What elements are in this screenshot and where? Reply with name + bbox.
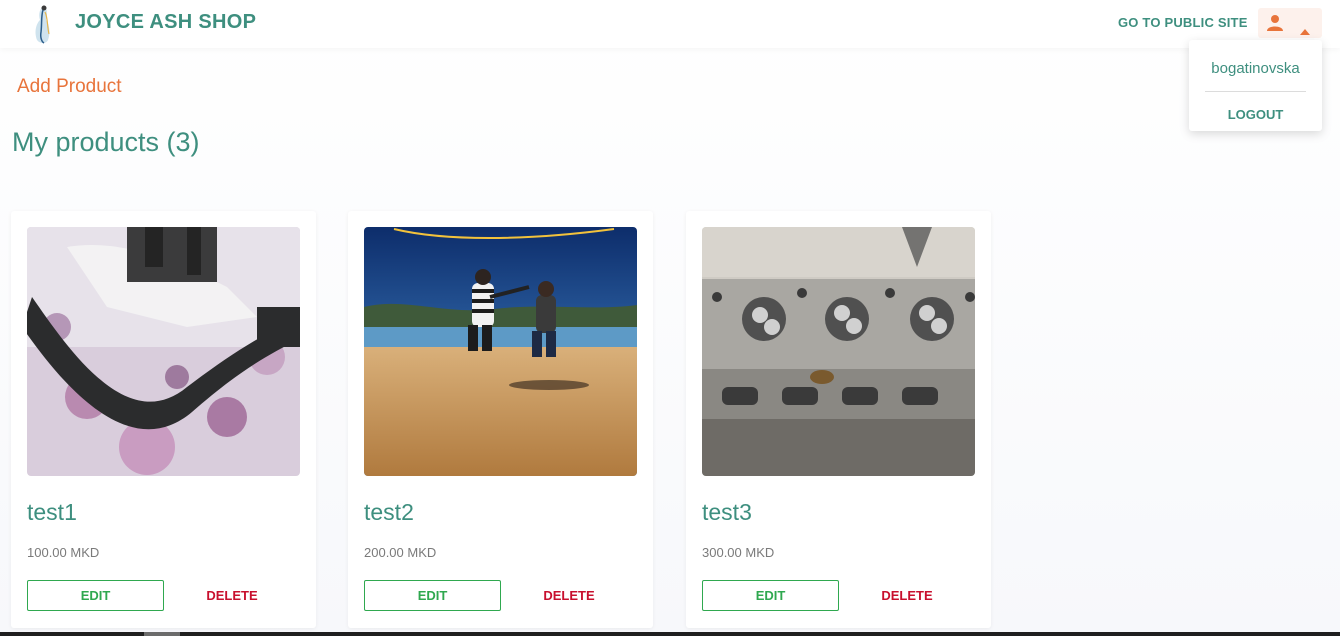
delete-button[interactable]: DELETE [181,580,283,611]
product-card: test2 200.00 MKD EDIT DELETE [348,211,653,628]
product-image [364,227,637,476]
user-menu-button[interactable] [1258,8,1322,38]
brand-name[interactable]: JOYCE ASH SHOP [75,11,256,34]
product-image [27,227,300,476]
product-name[interactable]: test1 [27,499,77,526]
delete-button[interactable]: DELETE [856,580,958,611]
logout-button[interactable]: LOGOUT [1189,107,1322,122]
username-label: bogatinovska [1211,60,1300,77]
user-dropdown-menu: bogatinovska LOGOUT [1189,40,1322,131]
edit-button[interactable]: EDIT [364,580,501,611]
menu-divider [1205,91,1306,92]
add-product-link[interactable]: Add Product [17,76,122,98]
product-card: test1 100.00 MKD EDIT DELETE [11,211,316,628]
product-name[interactable]: test2 [364,499,414,526]
person-icon [1266,14,1284,32]
edit-button[interactable]: EDIT [702,580,839,611]
horizontal-scrollbar[interactable] [0,632,1340,636]
delete-button[interactable]: DELETE [518,580,620,611]
product-image [702,227,975,476]
edit-button[interactable]: EDIT [27,580,164,611]
top-navbar: JOYCE ASH SHOP GO TO PUBLIC SITE [0,0,1340,48]
product-price: 100.00 MKD [27,545,100,560]
scrollbar-thumb[interactable] [144,632,180,636]
product-card: test3 300.00 MKD EDIT DELETE [686,211,991,628]
go-to-public-site-link[interactable]: GO TO PUBLIC SITE [1118,15,1248,30]
product-price: 300.00 MKD [702,545,775,560]
caret-up-icon [1300,20,1310,35]
product-price: 200.00 MKD [364,545,437,560]
page-title: My products (3) [12,127,200,157]
shop-logo-icon[interactable] [28,2,60,46]
product-name[interactable]: test3 [702,499,752,526]
